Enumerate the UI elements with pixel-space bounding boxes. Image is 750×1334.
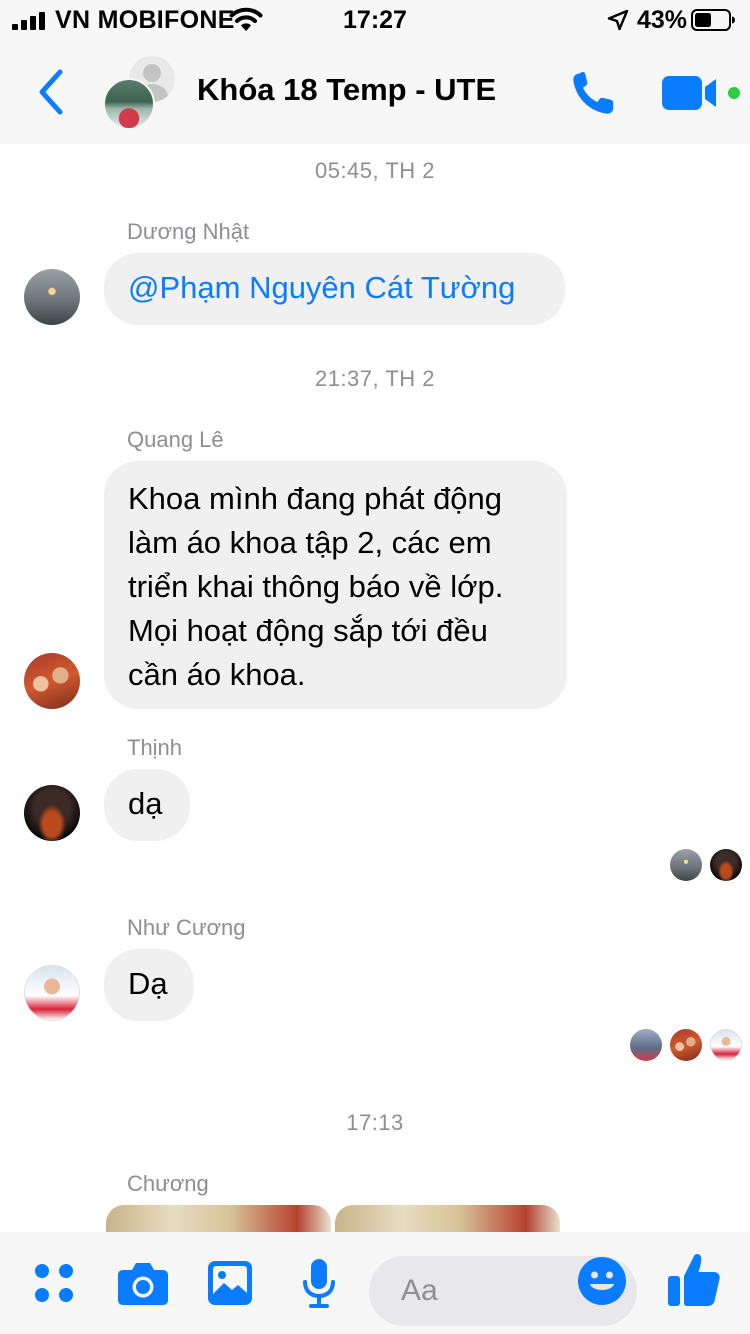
sender-name: Thịnh bbox=[127, 735, 183, 760]
message-text: Dạ bbox=[128, 966, 168, 1001]
timestamp: 17:13 bbox=[346, 1110, 404, 1135]
sender-name: Chương bbox=[127, 1171, 209, 1196]
message-line: Mọi hoạt động sắp tới đều bbox=[128, 613, 488, 648]
read-receipt-avatar bbox=[670, 849, 702, 881]
phone-icon[interactable] bbox=[569, 68, 619, 118]
sender-name: Như Cương bbox=[127, 915, 246, 940]
chat-title[interactable]: Khóa 18 Temp - UTE bbox=[197, 72, 496, 108]
read-receipt-avatar bbox=[630, 1029, 662, 1061]
composer-bar bbox=[0, 1232, 750, 1334]
image-icon[interactable] bbox=[207, 1260, 253, 1306]
apps-grid-icon[interactable] bbox=[33, 1262, 75, 1304]
timestamp: 05:45, TH 2 bbox=[314, 158, 436, 183]
message-line: cần áo khoa. bbox=[128, 657, 306, 692]
message-bubble[interactable]: @Phạm Nguyên Cát Tường bbox=[104, 253, 565, 325]
read-receipt-avatar bbox=[710, 849, 742, 881]
status-bar: VN MOBIFONE 17:27 43% bbox=[0, 0, 750, 40]
avatar[interactable] bbox=[24, 785, 80, 841]
battery-icon bbox=[691, 9, 735, 31]
back-icon[interactable] bbox=[34, 68, 68, 116]
thumbs-up-icon[interactable] bbox=[667, 1252, 721, 1308]
message-bubble[interactable]: dạ bbox=[104, 769, 190, 841]
message-bubble[interactable]: Dạ bbox=[104, 949, 194, 1021]
message-input[interactable] bbox=[399, 1272, 583, 1310]
location-arrow-icon bbox=[607, 9, 629, 31]
avatar[interactable] bbox=[24, 965, 80, 1021]
avatar[interactable] bbox=[24, 269, 80, 325]
message-line: Khoa mình đang phát động bbox=[128, 481, 503, 516]
avatar[interactable] bbox=[24, 653, 80, 709]
emoji-icon[interactable] bbox=[577, 1256, 627, 1306]
chat-header: Khóa 18 Temp - UTE bbox=[0, 40, 750, 144]
sender-name: Dương Nhật bbox=[127, 219, 250, 244]
member-avatar bbox=[103, 78, 155, 130]
read-receipt-avatar bbox=[670, 1029, 702, 1061]
message-bubble[interactable]: Khoa mình đang phát động làm áo khoa tập… bbox=[104, 461, 567, 709]
group-avatar[interactable] bbox=[103, 54, 177, 130]
timestamp: 21:37, TH 2 bbox=[314, 366, 436, 391]
message-line: triển khai thông báo về lớp. bbox=[128, 569, 504, 604]
battery-percentage: 43% bbox=[637, 6, 688, 34]
camera-icon[interactable] bbox=[117, 1260, 169, 1306]
read-receipt-avatar bbox=[710, 1029, 742, 1061]
microphone-icon[interactable] bbox=[301, 1258, 337, 1310]
online-status-dot bbox=[728, 87, 740, 99]
mention-link[interactable]: @Phạm Nguyên Cát Tường bbox=[128, 270, 515, 305]
message-line: làm áo khoa tập 2, các em bbox=[128, 525, 492, 560]
message-text: dạ bbox=[128, 786, 163, 821]
video-camera-icon[interactable] bbox=[662, 74, 720, 112]
sender-name: Quang Lê bbox=[127, 427, 224, 452]
